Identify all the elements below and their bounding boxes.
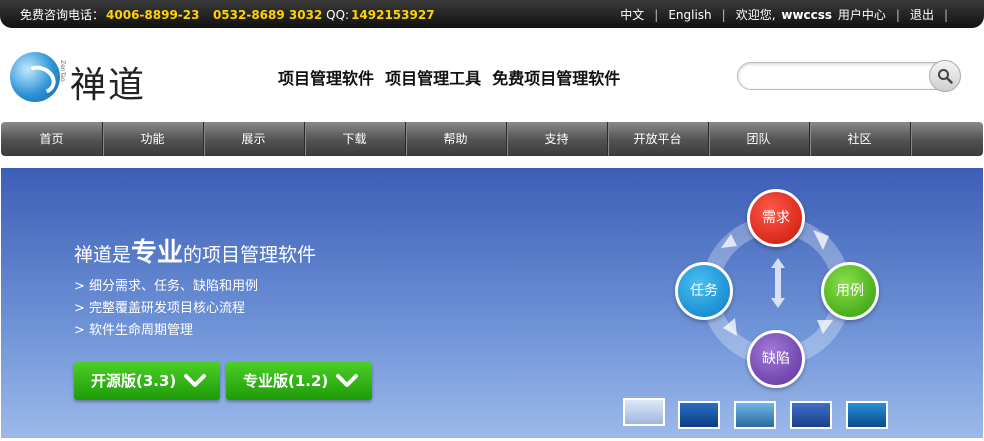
workflow-cycle-diagram: 需求 用例 缺陷 任务 [673,186,883,388]
hero-banner: 禅道是专业的项目管理软件 > 细分需求、任务、缺陷和用例 > 完整覆盖研发项目核… [1,168,983,438]
slide-thumbnail[interactable] [734,401,776,429]
node-test-case[interactable]: 用例 [821,262,879,320]
slide-thumbnail[interactable] [846,401,888,429]
nav-item-open-platform[interactable]: 开放平台 [607,122,709,156]
feature-item: > 软件生命周期管理 [74,323,194,338]
download-open-source-button[interactable]: 开源版(3.3) [74,362,220,400]
nav-item-showcase[interactable]: 展示 [203,122,305,156]
hero-headline: 禅道是专业的项目管理软件 [74,232,316,269]
nav-item-support[interactable]: 支持 [506,122,608,156]
divider: | [895,8,900,22]
phone-number-1: 4006-8899-23 [106,8,200,22]
nav-item-team[interactable]: 团队 [708,122,810,156]
nav-item-community[interactable]: 社区 [809,122,911,156]
logout-link[interactable]: 退出 [910,8,934,22]
slide-thumbnail[interactable] [790,401,832,429]
logo-swirl-icon [10,52,60,102]
search-input[interactable] [737,62,955,90]
download-pro-button[interactable]: 专业版(1.2) [226,362,372,400]
divider: | [654,8,659,22]
phone-number-2: 0532-8689 3032 [212,8,323,22]
search-icon [938,69,953,84]
divider: | [943,8,948,22]
node-bug[interactable]: 缺陷 [747,330,805,388]
contact-info: 免费咨询电话： 4006-8899-23 0532-8689 3032 QQ: 14… [20,6,435,23]
lang-en-link[interactable]: English [668,8,711,22]
search-button[interactable] [929,60,961,92]
header-slogan: 项目管理软件 项目管理工具 免费项目管理软件 [278,69,621,88]
logo-pinyin: ZenTao [59,60,66,82]
headline-emphasis: 专业 [131,238,184,268]
username: wwccss [781,8,833,22]
chevron-down-icon [336,374,358,387]
node-task[interactable]: 任务 [675,262,733,320]
search-box [737,60,961,92]
contact-label: 免费咨询电话： [20,8,105,22]
main-nav: 首页 功能 展示 下载 帮助 支持 开放平台 团队 社区 [1,122,983,156]
slide-thumbnail[interactable] [678,401,720,429]
qq-number: 1492153927 [351,8,435,22]
nav-item-features[interactable]: 功能 [102,122,204,156]
slide-thumbnail-active[interactable] [623,398,665,426]
headline-post: 的项目管理软件 [183,244,317,266]
nav-item-download[interactable]: 下载 [304,122,406,156]
lang-zh-link[interactable]: 中文 [620,8,644,22]
divider: | [721,8,726,22]
zentao-logo[interactable]: 禅道 ZenTao [10,52,170,106]
logo-brand-text: 禅道 [70,65,147,106]
qq-label: QQ: [326,8,350,22]
welcome-text: 欢迎您, [735,8,776,22]
feature-item: > 细分需求、任务、缺陷和用例 [74,279,259,294]
feature-item: > 完整覆盖研发项目核心流程 [74,301,246,316]
user-center-link[interactable]: 用户中心 [838,8,886,22]
download-pro-label: 专业版(1.2) [243,372,329,390]
top-links: 中文 | English | 欢迎您, wwccss 用户中心 | 退出 | [618,6,956,23]
chevron-down-icon [184,374,206,387]
header: 禅道 ZenTao 项目管理软件 项目管理工具 免费项目管理软件 [0,28,984,122]
nav-item-help[interactable]: 帮助 [405,122,507,156]
headline-pre: 禅道是 [74,244,132,266]
download-open-label: 开源版(3.3) [91,372,177,390]
top-bar: 免费咨询电话： 4006-8899-23 0532-8689 3032 QQ: 14… [0,0,984,28]
nav-item-home[interactable]: 首页 [1,122,103,156]
node-requirement[interactable]: 需求 [747,189,805,247]
